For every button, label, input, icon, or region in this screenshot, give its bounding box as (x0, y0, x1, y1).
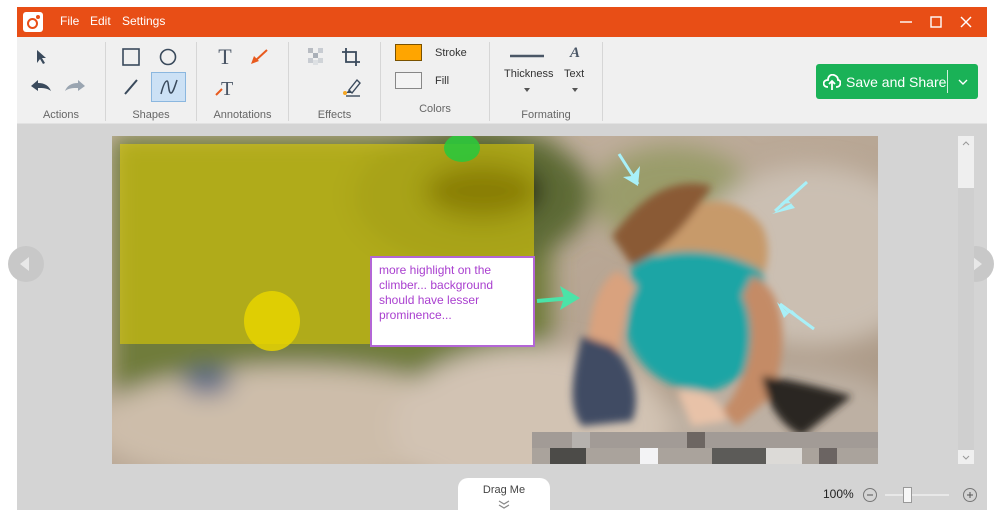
undo-icon (31, 80, 51, 91)
line-icon (124, 79, 138, 95)
zoom-level: 100% (823, 487, 854, 501)
fill-color-swatch[interactable] (395, 72, 422, 89)
plus-circle-icon (967, 492, 973, 498)
title-bar: File Edit Settings (17, 7, 987, 37)
chevron-down-icon (958, 79, 968, 85)
close-button[interactable] (953, 10, 979, 34)
double-chevron-down-icon (498, 500, 510, 509)
rectangle-icon (122, 48, 140, 66)
save-and-share-label: Save and Share (846, 74, 947, 90)
editable-image[interactable]: more highlight on the climber... backgro… (112, 136, 878, 464)
pixelate-icon (308, 48, 323, 65)
text-callout-tool[interactable]: T (209, 73, 241, 101)
cloud-upload-icon (823, 74, 841, 90)
minimize-button[interactable] (893, 10, 919, 34)
group-effects: Effects (289, 41, 380, 121)
group-label-annotations: Annotations (213, 109, 272, 121)
svg-text:T: T (221, 78, 233, 98)
group-label-effects: Effects (317, 109, 352, 121)
maximize-button[interactable] (923, 10, 949, 34)
text-tool[interactable]: T (209, 43, 241, 71)
group-divider (602, 42, 603, 121)
font-icon: A (570, 45, 581, 61)
stroke-color-swatch[interactable] (395, 44, 422, 61)
freehand-icon (159, 79, 178, 95)
scroll-down-button[interactable] (958, 450, 974, 464)
line-tool[interactable] (115, 73, 147, 101)
previous-image-button[interactable] (8, 246, 44, 282)
group-label-colors: Colors (419, 103, 451, 115)
stroke-label: Stroke (435, 47, 467, 59)
crop-icon (342, 48, 360, 66)
highlighter-tool[interactable] (335, 73, 367, 101)
zoom-slider-thumb[interactable] (903, 487, 913, 503)
menu-edit[interactable]: Edit (90, 14, 111, 28)
arrow-tool[interactable] (243, 43, 275, 71)
text-format-label: Text (564, 68, 585, 80)
ellipse-tool[interactable] (152, 43, 184, 71)
group-shapes: Shapes (106, 41, 196, 121)
menu-file[interactable]: File (60, 14, 79, 28)
chevron-right-icon (973, 257, 982, 271)
chevron-left-icon (20, 257, 29, 271)
pixelate-tool[interactable] (301, 43, 333, 71)
thickness-label: Thickness (504, 68, 554, 80)
chevron-down-icon (962, 455, 970, 460)
text-format-dropdown[interactable]: A Text (560, 43, 592, 101)
redo-icon (65, 80, 85, 91)
thickness-dropdown[interactable]: Thickness (500, 43, 554, 101)
group-label-formatting: Formating (521, 109, 571, 121)
drag-label: Drag Me (482, 484, 526, 496)
group-label-shapes: Shapes (132, 109, 170, 121)
close-icon (960, 16, 972, 28)
drag-handle[interactable]: Drag Me (458, 478, 550, 510)
freehand-tool[interactable] (151, 72, 186, 102)
app-window: File Edit Settings Actions Shapes T T An… (8, 7, 994, 510)
vertical-scrollbar[interactable] (958, 136, 974, 464)
text-icon: T (218, 44, 232, 69)
group-actions: Actions (17, 41, 105, 121)
zoom-in-button[interactable] (963, 488, 977, 502)
text-callout[interactable]: more highlight on the climber... backgro… (370, 256, 535, 347)
pointer-icon (37, 50, 46, 64)
arrow-icon (251, 49, 268, 64)
text-arrow-icon: T (215, 78, 233, 98)
redo-button[interactable] (59, 72, 91, 100)
save-and-share-button[interactable]: Save and Share (816, 64, 978, 99)
minus-circle-icon (867, 494, 873, 496)
app-logo-icon (23, 12, 43, 32)
undo-button[interactable] (25, 72, 57, 100)
minimize-icon (900, 21, 912, 23)
select-tool[interactable] (25, 43, 57, 71)
chevron-down-icon (572, 88, 578, 92)
zoom-out-button[interactable] (863, 488, 877, 502)
zoom-slider-track[interactable] (885, 494, 949, 496)
ribbon-toolbar: Actions Shapes T T Annotations Effects S… (17, 37, 987, 124)
menu-settings[interactable]: Settings (122, 14, 165, 28)
crop-tool[interactable] (335, 43, 367, 71)
group-colors: Stroke Fill Colors (381, 41, 489, 121)
scroll-up-button[interactable] (958, 136, 974, 150)
group-label-actions: Actions (42, 109, 80, 121)
chevron-down-icon (524, 88, 530, 92)
group-formatting: Thickness A Text Formating (490, 41, 602, 121)
highlighter-icon (343, 78, 361, 97)
line-thickness-icon (510, 54, 544, 58)
chevron-up-icon (962, 141, 970, 146)
fill-label: Fill (435, 75, 450, 87)
maximize-icon (930, 16, 942, 28)
rectangle-tool[interactable] (115, 43, 147, 71)
group-annotations: T T Annotations (197, 41, 288, 121)
canvas-area: more highlight on the climber... backgro… (8, 124, 994, 510)
ellipse-icon (159, 48, 177, 66)
save-options-dropdown[interactable] (947, 64, 978, 99)
pixelated-region (532, 432, 878, 464)
